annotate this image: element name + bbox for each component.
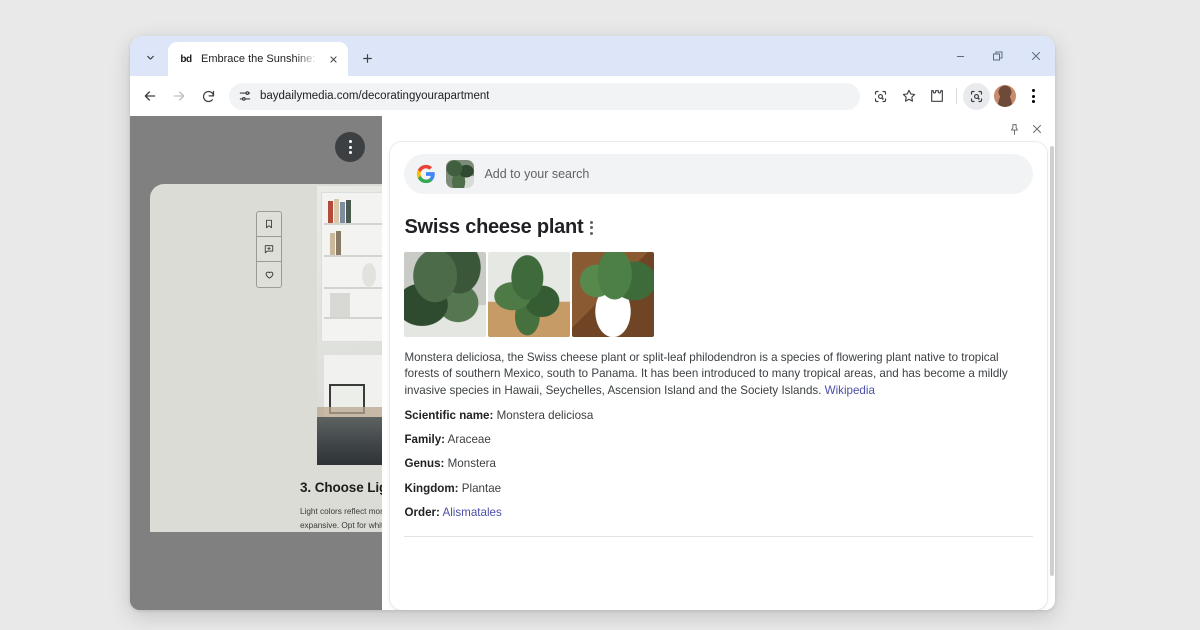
new-tab-button[interactable] — [354, 45, 380, 71]
tab-close-button[interactable] — [325, 51, 342, 68]
add-to-search-bar[interactable]: Add to your search — [404, 154, 1033, 194]
window-close-button[interactable] — [1017, 36, 1055, 76]
browser-window: bd Embrace the Sunshine: Dec — [130, 36, 1055, 610]
tab-title: Embrace the Sunshine: Dec — [201, 53, 318, 65]
close-icon — [1033, 125, 1041, 133]
reload-button[interactable] — [194, 82, 222, 110]
extensions-button[interactable] — [923, 83, 950, 110]
browser-menu-button[interactable] — [1020, 83, 1047, 110]
article-photo — [317, 186, 383, 465]
back-button[interactable] — [136, 82, 164, 110]
tab-search-button[interactable] — [136, 43, 164, 71]
window-controls — [941, 36, 1055, 76]
pin-icon — [1010, 123, 1018, 135]
fact-value: Plantae — [461, 481, 502, 495]
browser-tab[interactable]: bd Embrace the Sunshine: Dec — [168, 42, 348, 76]
article-heading: 3. Choose Light and Reflective Colors — [300, 480, 382, 495]
arrow-right-icon — [173, 91, 185, 101]
extensions-puzzle-icon — [930, 90, 943, 102]
heart-icon-button[interactable] — [257, 262, 281, 287]
fact-row-order: Order: Alismatales — [404, 505, 1033, 520]
viewport-dim-overlay — [130, 532, 383, 610]
browser-toolbar: baydailymedia.com/decoratingyourapartmen… — [130, 76, 1055, 116]
fact-label: Scientific name: — [404, 409, 494, 423]
arrow-left-icon — [144, 91, 156, 101]
close-panel-button[interactable] — [1027, 119, 1047, 139]
comment-icon-button[interactable] — [257, 237, 281, 262]
entity-title-row: Swiss cheese plant — [404, 216, 1033, 239]
search-input-placeholder[interactable]: Add to your search — [484, 167, 589, 181]
comment-icon — [264, 245, 274, 254]
entity-thumbnail[interactable] — [404, 252, 487, 337]
fact-label: Order: — [404, 505, 440, 519]
address-bar[interactable]: baydailymedia.com/decoratingyourapartmen… — [229, 82, 860, 110]
tab-strip: bd Embrace the Sunshine: Dec — [130, 36, 1055, 76]
entity-thumbnail[interactable] — [488, 252, 571, 337]
star-icon — [902, 89, 915, 102]
lens-overlay-menu-button[interactable] — [335, 132, 366, 162]
lens-side-panel: Add to your search Swiss cheese plant Mo… — [382, 116, 1055, 610]
tab-favicon: bd — [180, 53, 192, 65]
search-region-thumbnail[interactable] — [446, 160, 475, 188]
entity-title: Swiss cheese plant — [404, 216, 584, 238]
google-g-logo — [417, 164, 436, 184]
google-lens-icon — [970, 90, 983, 102]
minimize-button[interactable] — [941, 36, 979, 76]
close-icon — [330, 55, 337, 63]
three-dots-vertical-icon — [1032, 89, 1035, 103]
fact-label: Genus: — [404, 457, 445, 471]
wikipedia-source-link[interactable]: Wikipedia — [825, 384, 875, 397]
lens-search-button[interactable] — [867, 83, 894, 110]
side-panel-header — [382, 116, 1055, 142]
forward-button[interactable] — [165, 82, 193, 110]
bookmark-star-button[interactable] — [895, 83, 922, 110]
close-icon — [1032, 52, 1040, 60]
order-value-link[interactable]: Alismatales — [442, 506, 501, 519]
fact-label: Family: — [404, 433, 446, 447]
google-lens-icon — [874, 90, 887, 102]
heart-icon — [265, 271, 273, 279]
bookmark-icon — [266, 219, 272, 229]
entity-menu-button[interactable] — [588, 219, 595, 237]
reload-icon — [202, 90, 214, 102]
plus-icon — [362, 53, 372, 63]
fact-value: Araceae — [447, 433, 491, 447]
fact-label: Kingdom: — [404, 481, 459, 495]
fact-row-scientific-name: Scientific name: Monstera deliciosa — [404, 408, 1033, 423]
pin-panel-button[interactable] — [1004, 119, 1024, 139]
fact-row-family: Family: Araceae — [404, 432, 1033, 447]
chevron-down-icon — [146, 55, 154, 60]
fact-value: Monstera — [447, 457, 496, 471]
minimize-icon — [956, 55, 964, 57]
entity-description-text: Monstera deliciosa, the Swiss cheese pla… — [404, 351, 1008, 397]
restore-button[interactable] — [979, 36, 1017, 76]
entity-thumbnail[interactable] — [572, 252, 655, 337]
tune-icon[interactable] — [238, 89, 252, 103]
content-area: 3. Choose Light and Reflective Colors Li… — [130, 116, 1055, 610]
toolbar-separator — [956, 88, 957, 104]
lens-panel-button[interactable] — [963, 82, 990, 110]
entity-description: Monstera deliciosa, the Swiss cheese pla… — [404, 350, 1033, 399]
profile-avatar[interactable] — [994, 85, 1016, 107]
page-viewport[interactable]: 3. Choose Light and Reflective Colors Li… — [130, 116, 383, 610]
entity-thumbnail-row — [404, 252, 1033, 337]
bookmark-icon-button[interactable] — [257, 212, 281, 237]
article-side-actions — [256, 211, 282, 288]
lens-result-card: Add to your search Swiss cheese plant Mo… — [390, 142, 1047, 610]
fact-row-genus: Genus: Monstera — [404, 456, 1033, 471]
side-panel-scrollbar[interactable] — [1050, 146, 1054, 576]
three-dots-vertical-icon — [348, 140, 352, 154]
panel-divider — [404, 535, 1033, 537]
fact-value: Monstera deliciosa — [496, 409, 594, 423]
address-bar-url: baydailymedia.com/decoratingyourapartmen… — [260, 90, 490, 102]
fact-row-kingdom: Kingdom: Plantae — [404, 481, 1033, 496]
restore-icon — [993, 51, 1003, 61]
